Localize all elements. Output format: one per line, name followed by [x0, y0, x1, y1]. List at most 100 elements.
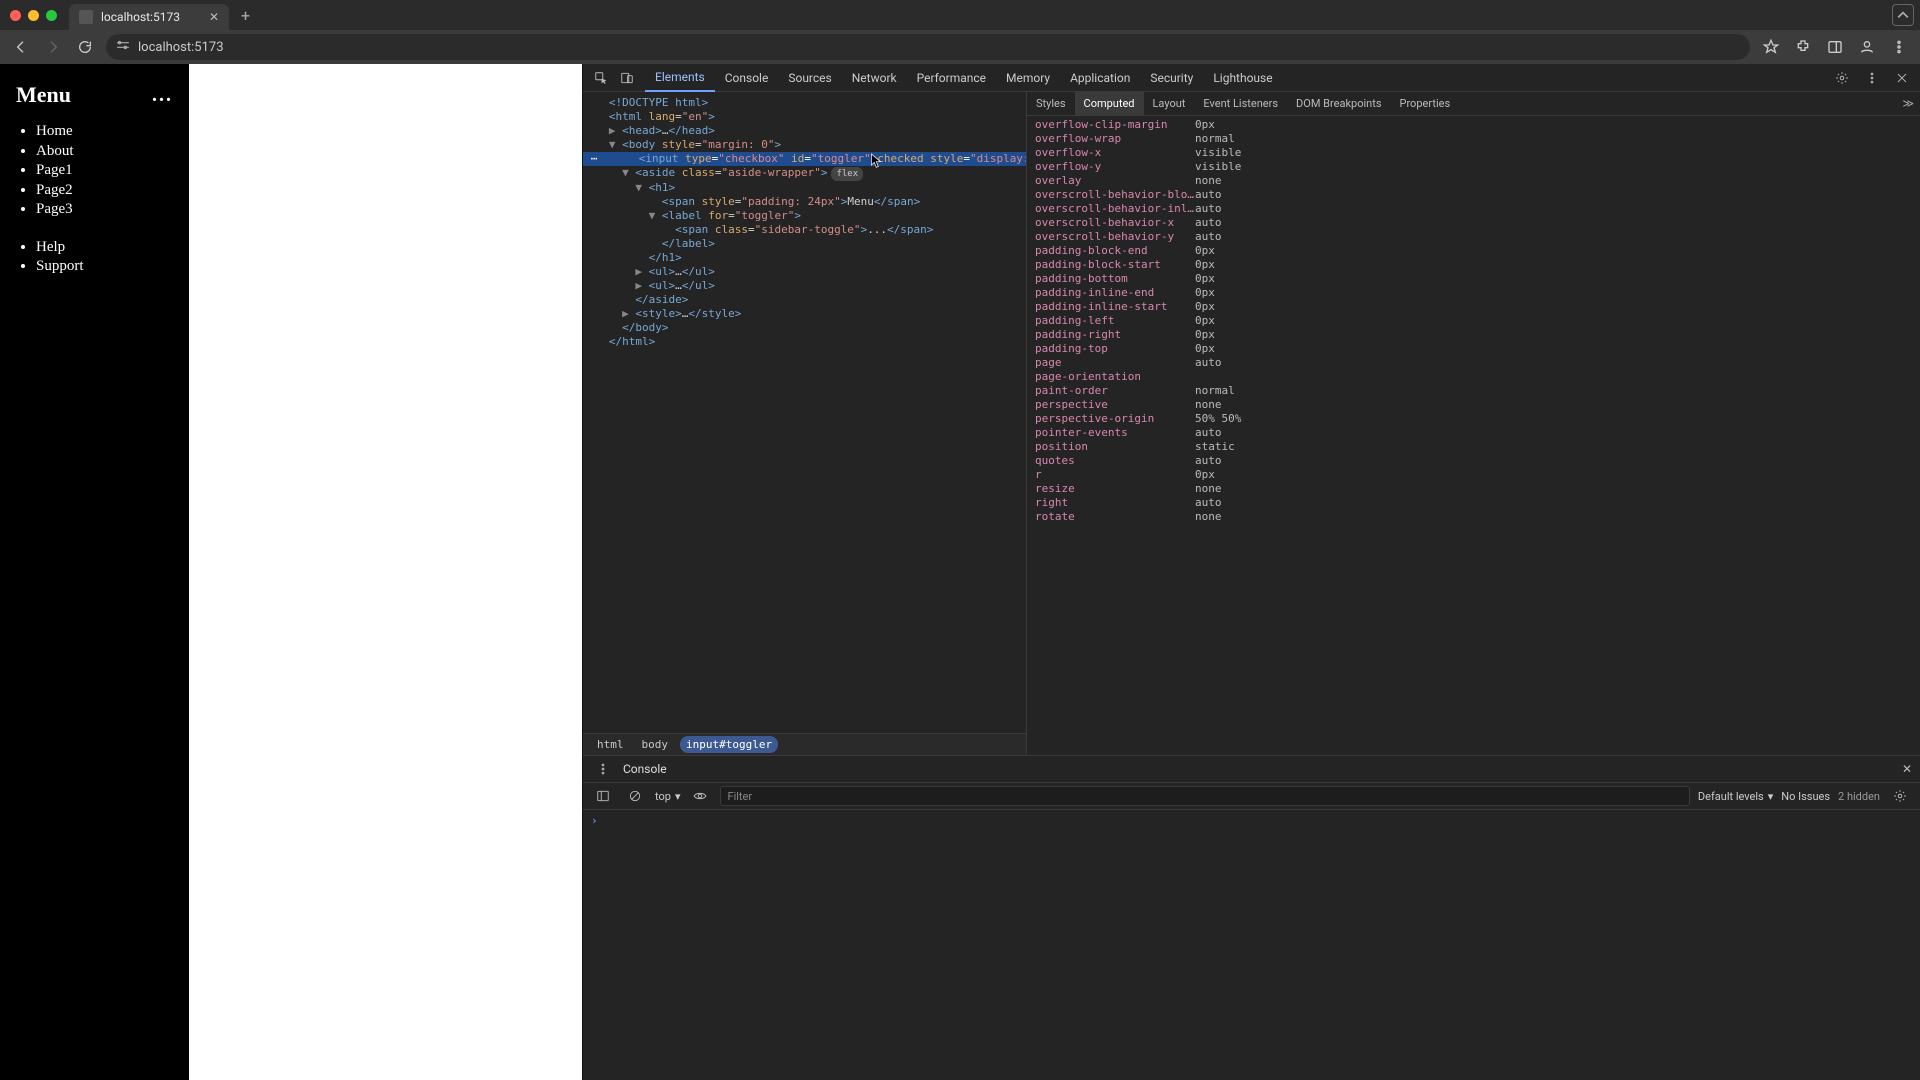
computed-property-row[interactable]: quotesauto: [1027, 454, 1920, 468]
chrome-menu-button[interactable]: [1888, 36, 1910, 58]
styles-subtab-dom-breakpoints[interactable]: DOM Breakpoints: [1287, 92, 1390, 115]
devtools-settings-button[interactable]: [1830, 66, 1854, 90]
maximize-window-button[interactable]: [46, 10, 57, 21]
computed-property-row[interactable]: perspectivenone: [1027, 398, 1920, 412]
dom-line[interactable]: ▶ <ul>…</ul>: [583, 279, 1026, 293]
sidebar-item[interactable]: Page2: [36, 181, 173, 201]
computed-property-row[interactable]: overflow-xvisible: [1027, 146, 1920, 160]
site-info-icon[interactable]: [116, 38, 130, 56]
dom-line[interactable]: ⋯ <input type="checkbox" id="toggler" ch…: [583, 152, 1026, 166]
computed-property-row[interactable]: resizenone: [1027, 482, 1920, 496]
profile-button[interactable]: [1856, 36, 1878, 58]
dom-line[interactable]: </html>: [583, 335, 1026, 349]
console-sidebar-button[interactable]: [591, 784, 615, 808]
inspect-element-button[interactable]: [589, 66, 613, 90]
minimize-window-button[interactable]: [28, 10, 39, 21]
device-toolbar-button[interactable]: [615, 66, 639, 90]
dom-line[interactable]: <span class="sidebar-toggle">...</span>: [583, 223, 1026, 237]
devtools-tab-application[interactable]: Application: [1060, 65, 1140, 91]
forward-button[interactable]: [42, 36, 64, 58]
computed-property-row[interactable]: overscroll-behavior-xauto: [1027, 216, 1920, 230]
computed-property-row[interactable]: pointer-eventsauto: [1027, 426, 1920, 440]
styles-subtab-computed[interactable]: Computed: [1075, 92, 1144, 115]
close-tab-button[interactable]: ✕: [209, 10, 219, 24]
dom-line[interactable]: ▶ <style>…</style>: [583, 307, 1026, 321]
computed-property-row[interactable]: padding-block-end0px: [1027, 244, 1920, 258]
dom-line[interactable]: ▼ <label for="toggler">: [583, 209, 1026, 223]
computed-property-row[interactable]: perspective-origin50% 50%: [1027, 412, 1920, 426]
context-selector[interactable]: top ▾: [655, 790, 680, 803]
computed-property-row[interactable]: padding-bottom0px: [1027, 272, 1920, 286]
drawer-close-button[interactable]: ✕: [1902, 762, 1912, 776]
devtools-tab-memory[interactable]: Memory: [996, 65, 1060, 91]
computed-property-row[interactable]: padding-inline-start0px: [1027, 300, 1920, 314]
styles-subtab-layout[interactable]: Layout: [1144, 92, 1195, 115]
devtools-tab-lighthouse[interactable]: Lighthouse: [1203, 65, 1282, 91]
styles-subtab-event-listeners[interactable]: Event Listeners: [1194, 92, 1287, 115]
computed-property-row[interactable]: overflow-wrapnormal: [1027, 132, 1920, 146]
breadcrumb-item[interactable]: body: [636, 736, 675, 753]
dom-line[interactable]: ▼ <aside class="aside-wrapper">flex: [583, 166, 1026, 181]
devtools-more-button[interactable]: [1860, 66, 1884, 90]
dom-line[interactable]: <html lang="en">: [583, 110, 1026, 124]
computed-property-row[interactable]: padding-right0px: [1027, 328, 1920, 342]
devtools-tab-console[interactable]: Console: [715, 65, 779, 91]
sidebar-toggle-button[interactable]: ...: [152, 84, 173, 107]
dom-line[interactable]: <!DOCTYPE html>: [583, 96, 1026, 110]
dom-line[interactable]: ▼ <h1>: [583, 181, 1026, 195]
dom-line[interactable]: </body>: [583, 321, 1026, 335]
computed-property-row[interactable]: overscroll-behavior-blockauto: [1027, 188, 1920, 202]
sidebar-item[interactable]: Support: [36, 257, 173, 277]
computed-property-row[interactable]: padding-block-start0px: [1027, 258, 1920, 272]
live-expression-button[interactable]: [688, 784, 712, 808]
devtools-tab-performance[interactable]: Performance: [907, 65, 996, 91]
computed-property-row[interactable]: page-orientation: [1027, 370, 1920, 384]
computed-property-row[interactable]: positionstatic: [1027, 440, 1920, 454]
dom-line[interactable]: ▶ <ul>…</ul>: [583, 265, 1026, 279]
close-window-button[interactable]: [10, 10, 21, 21]
new-tab-button[interactable]: +: [235, 6, 256, 25]
console-filter-input[interactable]: Filter: [720, 786, 1689, 806]
console-settings-button[interactable]: [1888, 784, 1912, 808]
dom-breadcrumbs[interactable]: htmlbodyinput#toggler: [583, 733, 1026, 755]
sidebar-item[interactable]: Help: [36, 238, 173, 258]
bookmark-button[interactable]: [1760, 36, 1782, 58]
devtools-tab-elements[interactable]: Elements: [645, 64, 715, 92]
reload-button[interactable]: [74, 36, 96, 58]
side-panel-button[interactable]: [1824, 36, 1846, 58]
dom-line[interactable]: ▼ <body style="margin: 0">: [583, 138, 1026, 152]
dom-tree[interactable]: <!DOCTYPE html> <html lang="en"> ▶ <head…: [583, 92, 1026, 755]
computed-property-row[interactable]: overflow-clip-margin0px: [1027, 118, 1920, 132]
computed-property-row[interactable]: padding-left0px: [1027, 314, 1920, 328]
dom-line[interactable]: <span style="padding: 24px">Menu</span>: [583, 195, 1026, 209]
devtools-tab-sources[interactable]: Sources: [778, 65, 841, 91]
styles-subtab-more-button[interactable]: ≫: [1896, 97, 1920, 110]
devtools-close-button[interactable]: [1890, 66, 1914, 90]
tabs-menu-button[interactable]: [1892, 4, 1914, 26]
computed-property-row[interactable]: overlaynone: [1027, 174, 1920, 188]
computed-property-row[interactable]: paint-ordernormal: [1027, 384, 1920, 398]
clear-console-button[interactable]: [623, 784, 647, 808]
browser-tab[interactable]: localhost:5173 ✕: [69, 4, 229, 30]
dom-line[interactable]: </label>: [583, 237, 1026, 251]
computed-property-row[interactable]: rotatenone: [1027, 510, 1920, 524]
styles-subtab-properties[interactable]: Properties: [1391, 92, 1460, 115]
sidebar-item[interactable]: Page1: [36, 161, 173, 181]
back-button[interactable]: [10, 36, 32, 58]
sidebar-item[interactable]: Home: [36, 122, 173, 142]
dom-line[interactable]: </h1>: [583, 251, 1026, 265]
drawer-menu-button[interactable]: [591, 757, 615, 781]
dom-line[interactable]: </aside>: [583, 293, 1026, 307]
computed-property-row[interactable]: rightauto: [1027, 496, 1920, 510]
extensions-button[interactable]: [1792, 36, 1814, 58]
styles-subtab-styles[interactable]: Styles: [1027, 92, 1075, 115]
computed-properties[interactable]: overflow-clip-margin0pxoverflow-wrapnorm…: [1027, 116, 1920, 755]
computed-property-row[interactable]: overscroll-behavior-yauto: [1027, 230, 1920, 244]
sidebar-item[interactable]: Page3: [36, 200, 173, 220]
computed-property-row[interactable]: pageauto: [1027, 356, 1920, 370]
computed-property-row[interactable]: padding-top0px: [1027, 342, 1920, 356]
computed-property-row[interactable]: r0px: [1027, 468, 1920, 482]
computed-property-row[interactable]: padding-inline-end0px: [1027, 286, 1920, 300]
computed-property-row[interactable]: overflow-yvisible: [1027, 160, 1920, 174]
devtools-tab-security[interactable]: Security: [1140, 65, 1203, 91]
